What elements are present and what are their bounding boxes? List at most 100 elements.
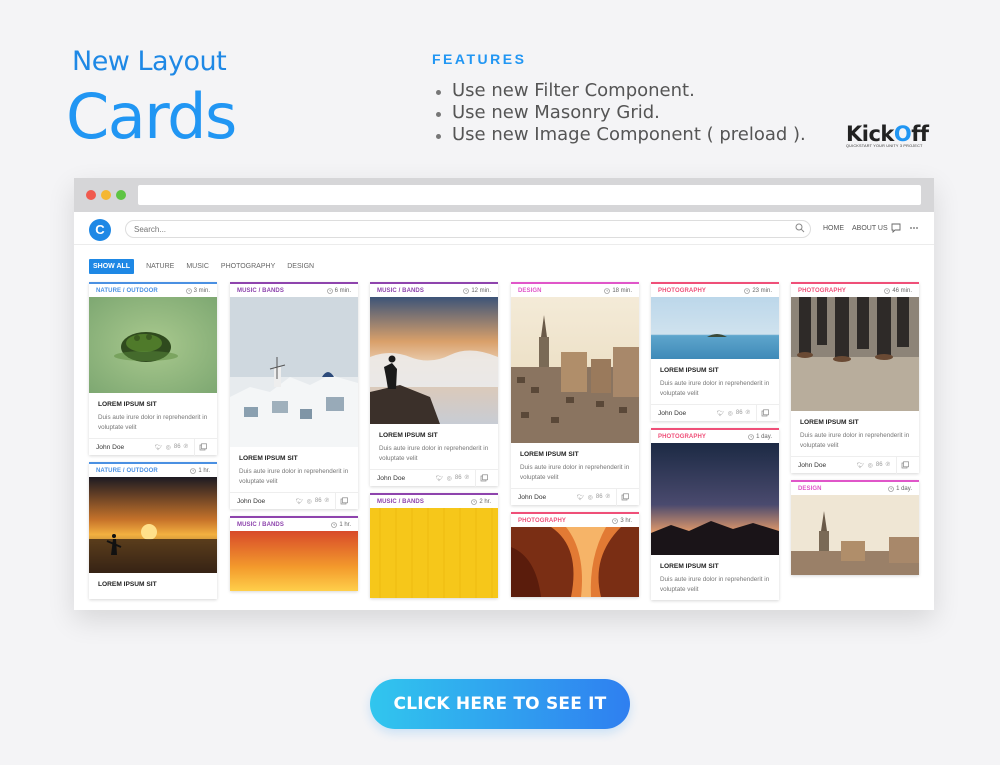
card-category[interactable]: PHOTOGRAPHY [518,518,566,524]
share-icon[interactable] [475,469,491,487]
card-image-clouds-man[interactable] [370,297,498,424]
see-it-button[interactable]: CLICK HERE TO SEE IT [370,679,630,729]
card-image-frog[interactable] [89,297,217,393]
card-category[interactable]: MUSIC / BANDS [377,288,424,294]
masonry-column: PHOTOGRAPHY 46 min. LOREM IPSUM SIT Duis… [791,282,919,582]
card-image-sunset-surfer[interactable] [89,477,217,573]
share-icon[interactable] [616,488,632,506]
share-icon[interactable] [194,438,210,456]
chat-icon[interactable] [891,223,901,233]
card-category[interactable]: PHOTOGRAPHY [798,288,846,294]
card-image-yellow-texture[interactable] [370,508,498,598]
card-category[interactable]: DESIGN [518,288,542,294]
card-title[interactable]: LOREM IPSUM SIT [660,367,770,374]
pinterest-icon[interactable]: ℗ [184,444,188,450]
card-author[interactable]: John Doe [798,462,854,469]
card-image-city[interactable] [511,297,639,443]
search-input[interactable] [125,220,811,238]
card-time: 6 min. [326,288,351,294]
card[interactable]: NATURE / OUTDOOR 3 min. LOREM IPSUM SIT … [89,282,217,456]
address-bar[interactable] [138,185,921,205]
card-title[interactable]: LOREM IPSUM SIT [800,419,910,426]
card[interactable]: MUSIC / BANDS 12 min. LOREM IPSUM SIT Du… [370,282,498,487]
card[interactable]: PHOTOGRAPHY 3 hr. [511,512,639,597]
card-image-santorini[interactable] [230,297,358,447]
card-title[interactable]: LOREM IPSUM SIT [660,563,770,570]
instagram-icon[interactable]: ◎ [868,462,873,469]
card[interactable]: PHOTOGRAPHY 23 min. LOREM IPSUM SIT Duis… [651,282,779,422]
twitter-icon[interactable]: 🐦︎ [577,494,585,501]
pinterest-icon[interactable]: ℗ [325,498,329,504]
card-title[interactable]: LOREM IPSUM SIT [520,451,630,458]
filter-show-all[interactable]: SHOW ALL [89,259,135,274]
card[interactable]: DESIGN 18 min. LOREM IPSUM SIT Duis aute… [511,282,639,506]
twitter-icon[interactable]: 🐦︎ [717,410,725,417]
filter-photography[interactable]: PHOTOGRAPHY [221,259,275,274]
masonry-column: PHOTOGRAPHY 23 min. LOREM IPSUM SIT Duis… [651,282,779,607]
filter-design[interactable]: DESIGN [287,259,314,274]
card[interactable]: MUSIC / BANDS 1 hr. [230,516,358,591]
card-title[interactable]: LOREM IPSUM SIT [239,455,349,462]
card-category[interactable]: PHOTOGRAPHY [658,434,706,440]
card-title[interactable]: LOREM IPSUM SIT [379,432,489,439]
nav-home[interactable]: HOME [823,225,844,232]
maximize-window-dot[interactable] [116,190,126,200]
instagram-icon[interactable]: ◎ [166,444,171,451]
card-title[interactable]: LOREM IPSUM SIT [98,401,208,408]
pinterest-icon[interactable]: ℗ [886,462,890,468]
card-text: Duis aute irure dolor in reprehenderit i… [98,414,208,431]
card[interactable]: PHOTOGRAPHY 1 day. LOREM IPSUM SIT Duis … [651,428,779,600]
card-time-text: 12 min. [471,287,491,294]
card-image-sea-island[interactable] [651,297,779,359]
card-image-canyon[interactable] [511,527,639,597]
card-image-orange-sky[interactable] [230,531,358,591]
card-category[interactable]: MUSIC / BANDS [377,499,424,505]
instagram-icon[interactable]: ◎ [588,494,593,501]
instagram-icon[interactable]: ◎ [728,410,733,417]
filter-nature[interactable]: NATURE [146,259,174,274]
instagram-icon[interactable]: ◎ [447,475,452,482]
card-author[interactable]: John Doe [96,444,152,451]
card[interactable]: MUSIC / BANDS 6 min. LOREM IPSUM SIT Dui… [230,282,358,510]
nav-about-us[interactable]: ABOUT US [852,225,888,232]
card-category[interactable]: NATURE / OUTDOOR [96,288,158,294]
card-title[interactable]: LOREM IPSUM SIT [98,581,208,588]
pinterest-icon[interactable]: ℗ [746,410,750,416]
twitter-icon[interactable]: 🐦︎ [436,475,444,482]
card[interactable]: DESIGN 1 day. [791,480,919,575]
close-window-dot[interactable] [86,190,96,200]
pinterest-icon[interactable]: ℗ [606,494,610,500]
twitter-icon[interactable]: 🐦︎ [857,462,865,469]
pinterest-icon[interactable]: ℗ [465,475,469,481]
card-author[interactable]: John Doe [658,410,714,417]
card-time: 12 min. [463,288,491,294]
card-image-dusk-mountains[interactable] [651,443,779,555]
share-icon[interactable] [335,492,351,510]
card-category[interactable]: PHOTOGRAPHY [658,288,706,294]
card[interactable]: NATURE / OUTDOOR 1 hr. LOREM IPSUM SIT [89,462,217,599]
twitter-icon[interactable]: 🐦︎ [155,444,163,451]
share-icon[interactable] [756,404,772,422]
card[interactable]: MUSIC / BANDS 2 hr. [370,493,498,598]
card-category[interactable]: MUSIC / BANDS [237,522,284,528]
search-icon[interactable] [795,223,805,233]
card-image-city-2[interactable] [791,495,919,575]
share-icon[interactable] [896,456,912,474]
card-text: Duis aute irure dolor in reprehenderit i… [520,464,630,481]
feature-item: Use new Image Component ( preload ). [436,124,806,146]
filter-music[interactable]: MUSIC [186,259,209,274]
card-time-text: 3 min. [193,287,210,294]
card[interactable]: PHOTOGRAPHY 46 min. LOREM IPSUM SIT Duis… [791,282,919,474]
card-category[interactable]: MUSIC / BANDS [237,288,284,294]
app-logo[interactable]: C [89,219,111,241]
card-author[interactable]: John Doe [518,494,574,501]
card-image-commuters[interactable] [791,297,919,411]
card-author[interactable]: John Doe [237,498,293,505]
card-category[interactable]: NATURE / OUTDOOR [96,468,158,474]
more-icon[interactable] [909,223,919,233]
card-author[interactable]: John Doe [377,475,433,482]
card-category[interactable]: DESIGN [798,486,822,492]
minimize-window-dot[interactable] [101,190,111,200]
instagram-icon[interactable]: ◎ [307,498,312,505]
twitter-icon[interactable]: 🐦︎ [296,498,304,505]
